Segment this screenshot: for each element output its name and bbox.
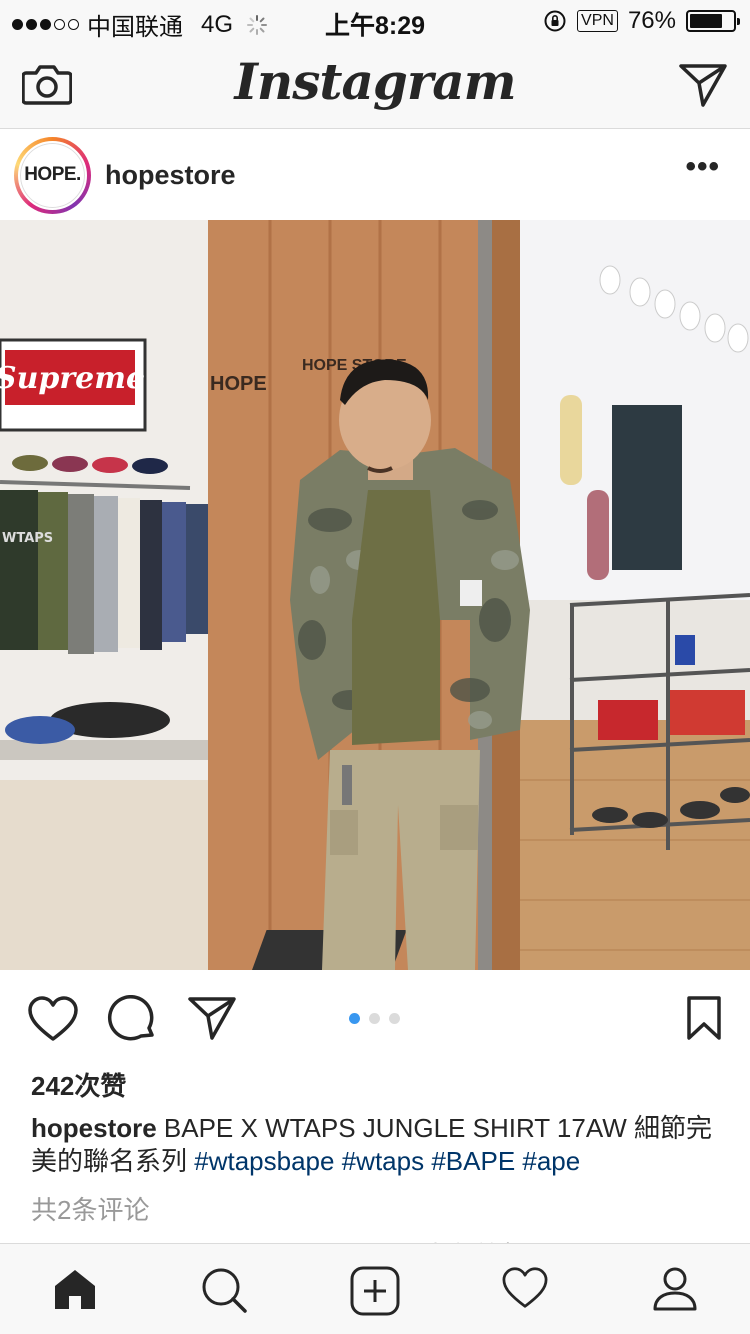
bottom-tab-bar [0, 1243, 750, 1334]
battery-icon [686, 10, 740, 32]
comment-button[interactable] [107, 994, 157, 1048]
hashtag-link[interactable]: #wtaps [342, 1146, 424, 1176]
profile-icon [653, 1267, 697, 1311]
share-button[interactable] [187, 995, 237, 1046]
post-action-bar [0, 970, 750, 1065]
post-caption: hopestore BAPE X WTAPS JUNGLE SHIRT 17AW… [31, 1112, 721, 1178]
post-photo[interactable]: Supreme WTAPS HOPE HOPE STORE [0, 220, 750, 970]
post-username[interactable]: hopestore [105, 160, 236, 191]
caption-username[interactable]: hopestore [31, 1113, 157, 1143]
add-post-icon [350, 1266, 400, 1316]
search-icon [202, 1268, 247, 1313]
status-bar: 中国联通 4G 上午8:29 VPN 76% [0, 0, 750, 41]
hashtag-link[interactable]: #wtapsbape [194, 1146, 334, 1176]
tab-home[interactable] [52, 1266, 98, 1317]
supreme-sign: Supreme [0, 361, 145, 396]
comment-bubble-icon [107, 994, 154, 1041]
carousel-dot [389, 1013, 400, 1024]
save-button[interactable] [686, 995, 722, 1046]
tab-search[interactable] [200, 1266, 248, 1319]
more-options-button[interactable]: ••• [685, 152, 720, 182]
likes-count[interactable]: 242次赞 [31, 1066, 126, 1103]
carousel-dot [369, 1013, 380, 1024]
hope-wall-sign: HOPE [210, 373, 267, 395]
tab-activity[interactable] [501, 1266, 549, 1315]
instagram-logo: Instagram [234, 52, 517, 111]
battery-percent: 76% [627, 7, 676, 34]
tab-new-post[interactable] [350, 1266, 400, 1321]
tab-profile[interactable] [652, 1266, 698, 1317]
avatar[interactable]: HOPE. [14, 136, 91, 214]
hashtag-link[interactable]: #BAPE [431, 1146, 515, 1176]
wtaps-shirt-print: WTAPS [2, 531, 53, 546]
paper-plane-icon [188, 997, 236, 1040]
post-header: HOPE. hopestore ••• [0, 130, 750, 220]
vpn-badge: VPN [577, 10, 618, 32]
avatar-logo-text: HOPE. [24, 164, 81, 185]
direct-messages-button[interactable] [678, 62, 728, 113]
activity-heart-icon [502, 1267, 548, 1308]
store-scene-image: Supreme WTAPS HOPE HOPE STORE [0, 220, 750, 970]
app-header: Instagram [0, 40, 750, 129]
bookmark-icon [687, 996, 721, 1040]
view-comments-link[interactable]: 共2条评论 [31, 1190, 149, 1227]
orientation-lock-icon [544, 10, 566, 32]
carousel-indicator [349, 1013, 400, 1024]
like-button[interactable] [27, 995, 79, 1048]
heart-icon [28, 996, 78, 1041]
hashtag-link[interactable]: #ape [522, 1146, 580, 1176]
paper-plane-icon [679, 64, 727, 107]
carousel-dot [349, 1013, 360, 1024]
home-icon [55, 1270, 95, 1309]
